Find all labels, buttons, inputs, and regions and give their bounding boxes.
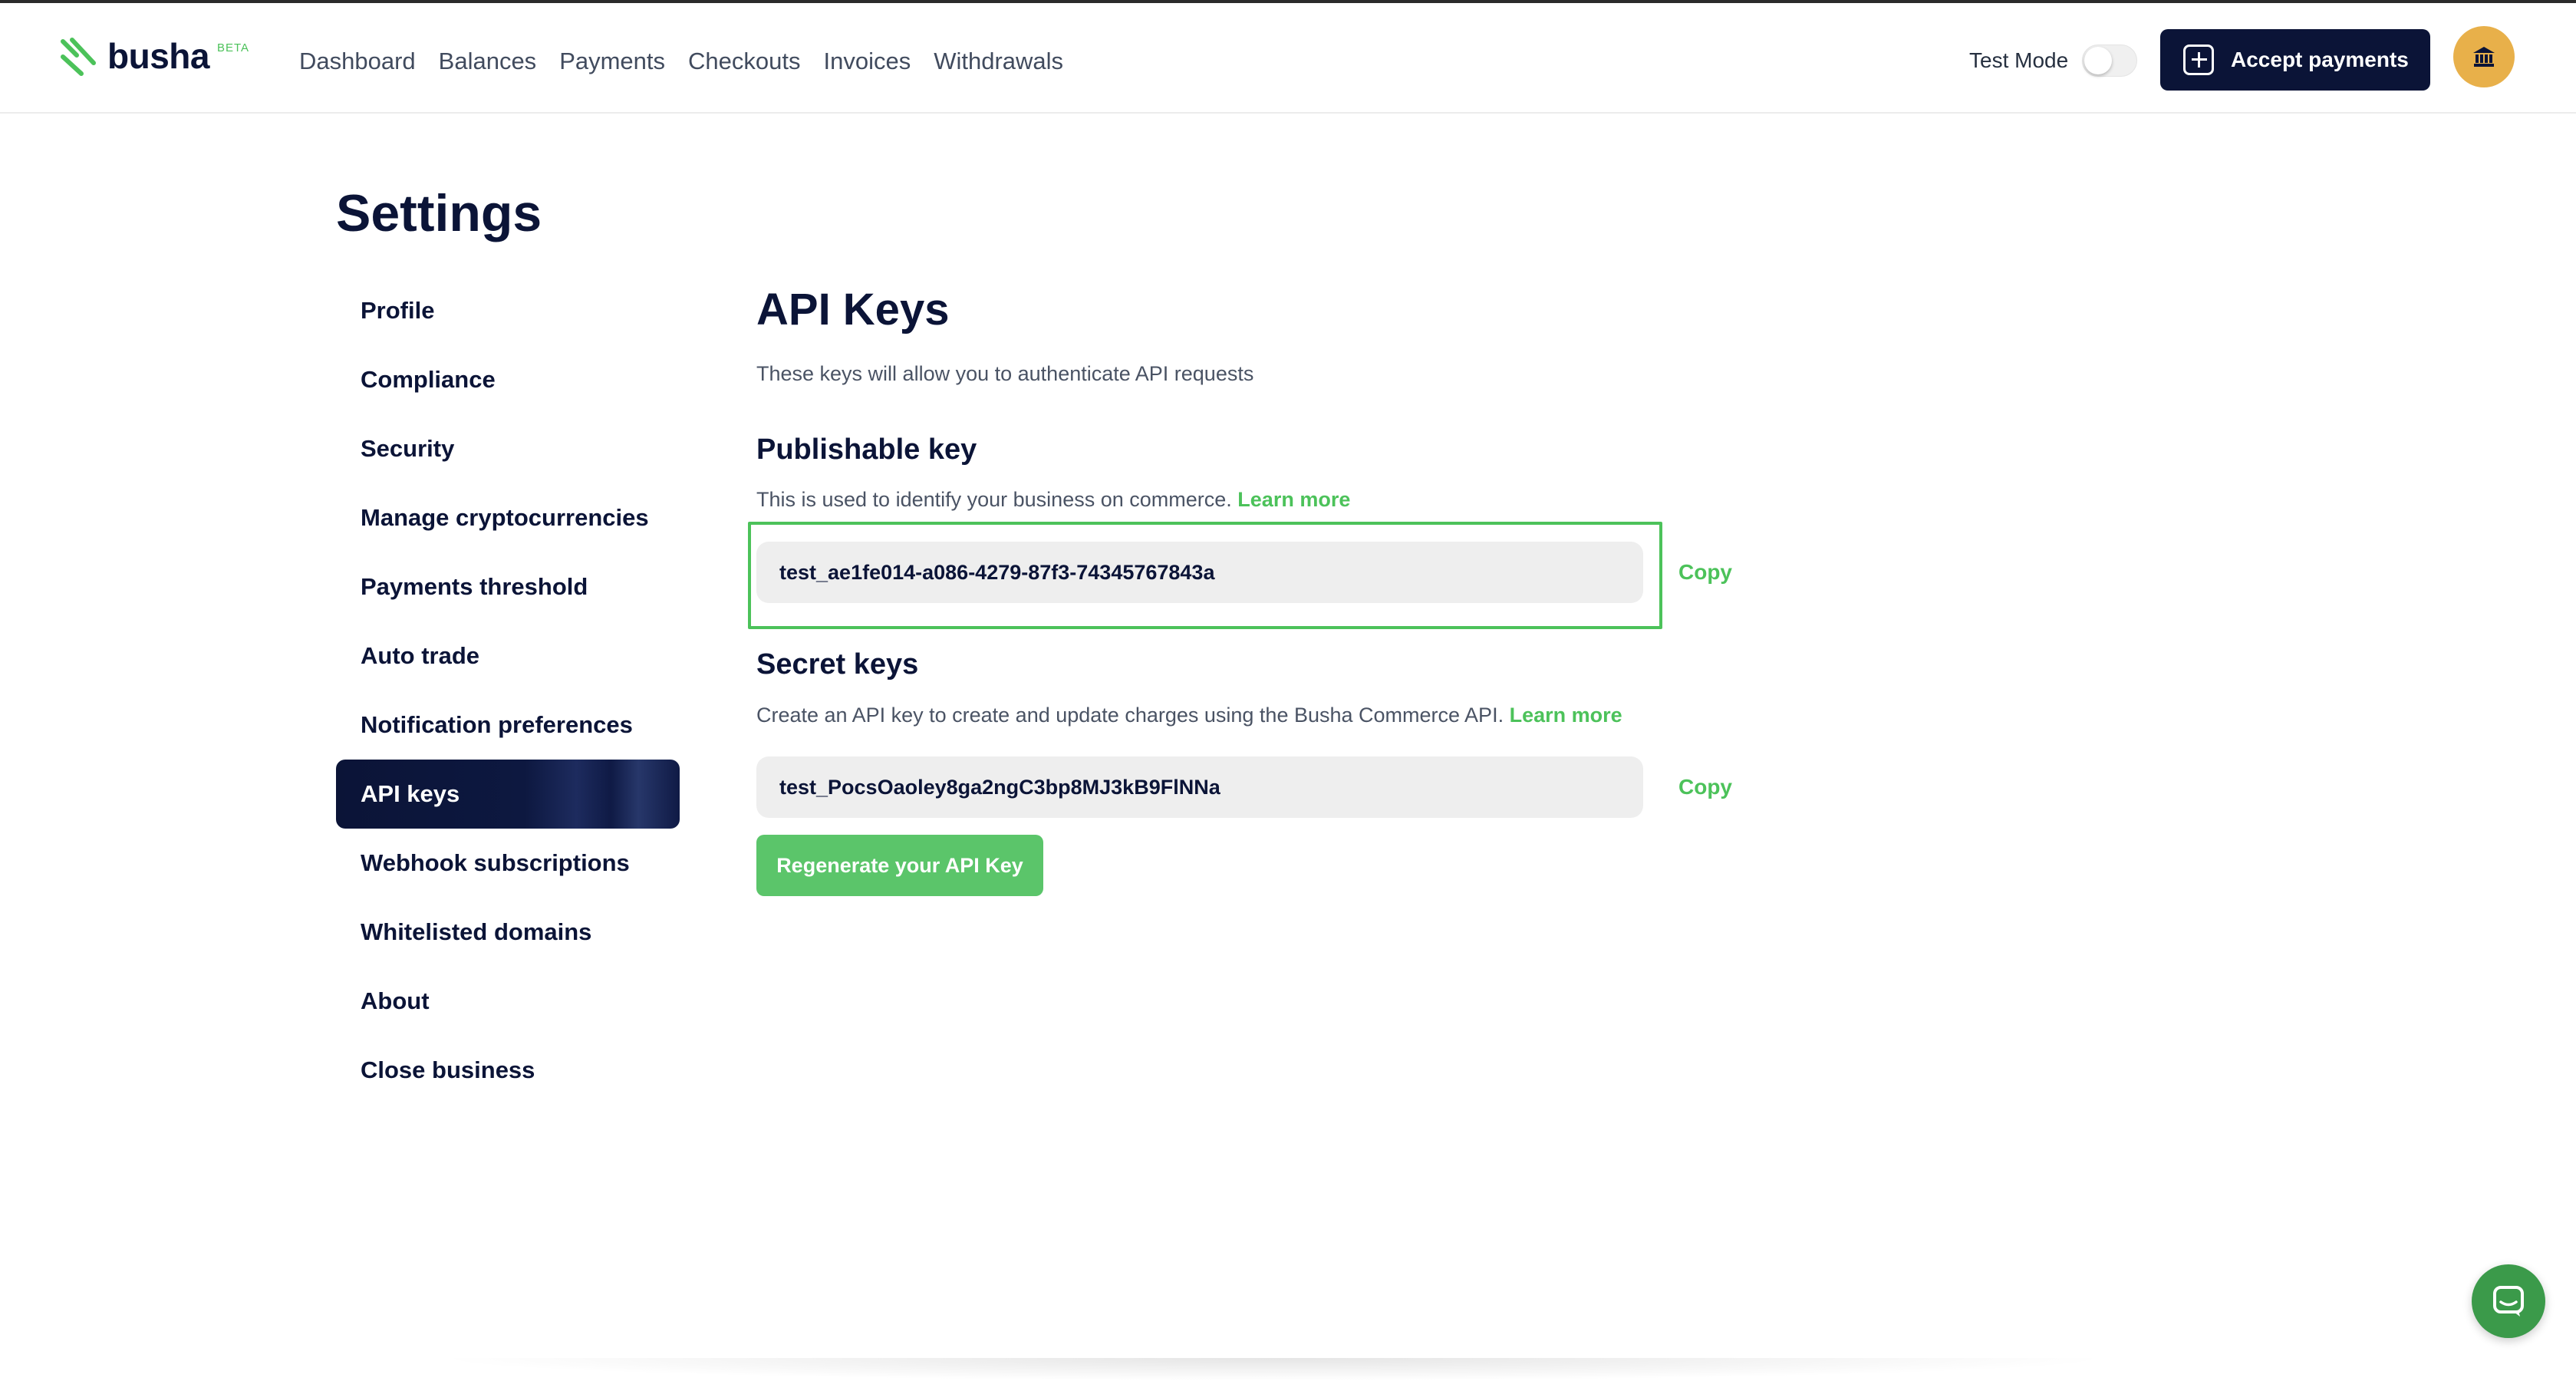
- api-keys-title: API Keys: [756, 285, 950, 335]
- sidebar-item-auto-trade[interactable]: Auto trade: [336, 621, 680, 690]
- sidebar-item-payments-threshold[interactable]: Payments threshold: [336, 552, 680, 621]
- sidebar-item-whitelisted-domains[interactable]: Whitelisted domains: [336, 898, 680, 967]
- beta-badge: BETA: [216, 41, 250, 54]
- publishable-key-title: Publishable key: [756, 433, 977, 466]
- plus-icon: [2183, 44, 2214, 75]
- publishable-key-description: This is used to identify your business o…: [756, 488, 1232, 511]
- publishable-learn-more-link[interactable]: Learn more: [1237, 488, 1350, 511]
- secret-learn-more-link[interactable]: Learn more: [1510, 704, 1622, 727]
- accept-payments-label: Accept payments: [2231, 48, 2409, 71]
- toggle-knob: [2084, 47, 2113, 74]
- sidebar-item-notification-preferences[interactable]: Notification preferences: [336, 690, 680, 760]
- bank-icon: [2473, 47, 2495, 67]
- brand-name: busha: [107, 36, 209, 76]
- test-mode-label: Test Mode: [1969, 48, 2069, 72]
- nav-dashboard[interactable]: Dashboard: [299, 43, 416, 80]
- nav-balances[interactable]: Balances: [439, 43, 537, 80]
- busha-logo[interactable]: busha BETA: [58, 35, 249, 77]
- sidebar-item-close-business[interactable]: Close business: [336, 1036, 680, 1105]
- secret-keys-description: Create an API key to create and update c…: [756, 704, 1504, 727]
- copy-publishable-key-button[interactable]: Copy: [1678, 560, 1732, 585]
- sidebar-item-webhook-subscriptions[interactable]: Webhook subscriptions: [336, 829, 680, 898]
- busha-logo-icon: [61, 38, 96, 76]
- bottom-shadow: [430, 1358, 2117, 1381]
- test-mode-control: Test Mode: [1969, 43, 2138, 78]
- secret-keys-description-row: Create an API key to create and update c…: [756, 702, 1622, 728]
- chat-launcher-button[interactable]: [2472, 1264, 2545, 1338]
- settings-sidebar: Profile Compliance Security Manage crypt…: [336, 276, 680, 1105]
- copy-secret-key-button[interactable]: Copy: [1678, 775, 1732, 799]
- sidebar-item-manage-cryptocurrencies[interactable]: Manage cryptocurrencies: [336, 483, 680, 552]
- chat-icon: [2493, 1286, 2524, 1317]
- regenerate-api-key-button[interactable]: Regenerate your API Key: [756, 835, 1043, 896]
- nav-checkouts[interactable]: Checkouts: [688, 43, 800, 80]
- account-avatar[interactable]: [2453, 26, 2515, 87]
- sidebar-item-profile[interactable]: Profile: [336, 276, 680, 345]
- test-mode-toggle[interactable]: [2082, 44, 2138, 77]
- api-keys-panel: API Keys These keys will allow you to au…: [756, 282, 1754, 387]
- sidebar-item-about[interactable]: About: [336, 967, 680, 1036]
- secret-key-field[interactable]: test_PocsOaoley8ga2ngC3bp8MJ3kB9FlNNa: [756, 756, 1643, 818]
- publishable-key-field[interactable]: test_ae1fe014-a086-4279-87f3-74345767843…: [756, 542, 1643, 603]
- publishable-key-description-row: This is used to identify your business o…: [756, 486, 1350, 513]
- sidebar-item-security[interactable]: Security: [336, 414, 680, 483]
- sidebar-item-api-keys[interactable]: API keys: [336, 760, 680, 829]
- nav-payments[interactable]: Payments: [559, 43, 665, 80]
- api-keys-description: These keys will allow you to authenticat…: [756, 362, 1254, 385]
- secret-keys-title: Secret keys: [756, 648, 919, 681]
- main-nav: Dashboard Balances Payments Checkouts In…: [299, 43, 1086, 80]
- secret-key-row: test_PocsOaoley8ga2ngC3bp8MJ3kB9FlNNa Co…: [756, 756, 1732, 818]
- nav-invoices[interactable]: Invoices: [824, 43, 911, 80]
- sidebar-item-compliance[interactable]: Compliance: [336, 345, 680, 414]
- top-header: busha BETA Dashboard Balances Payments C…: [0, 3, 2576, 114]
- page-title: Settings: [336, 184, 542, 242]
- publishable-key-row: test_ae1fe014-a086-4279-87f3-74345767843…: [756, 542, 1732, 603]
- accept-payments-button[interactable]: Accept payments: [2160, 29, 2430, 91]
- nav-withdrawals[interactable]: Withdrawals: [934, 43, 1063, 80]
